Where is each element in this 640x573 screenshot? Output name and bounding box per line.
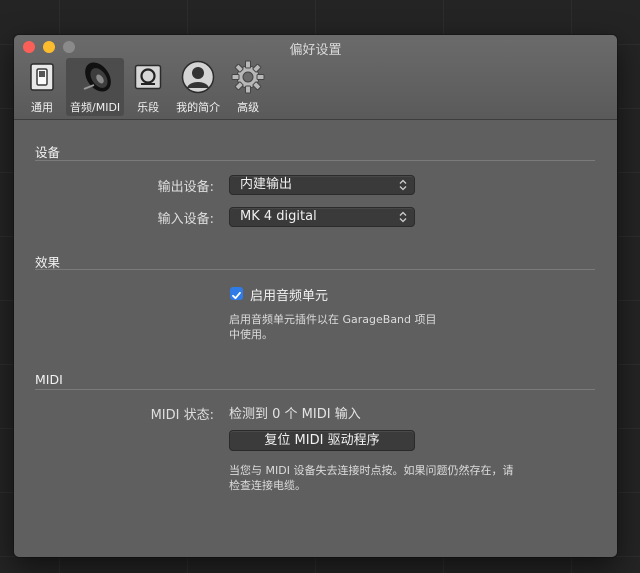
midi-status-value: 检测到 0 个 MIDI 输入	[229, 407, 361, 422]
preferences-window: 偏好设置 通用 音频/MIDI 乐段 我的简介 高级 设备 输出设备: 内建输出…	[14, 35, 617, 557]
chevron-updown-icon	[399, 179, 407, 191]
midi-status-label: MIDI 状态:	[150, 408, 214, 423]
devices-section-title: 设备	[35, 145, 61, 160]
tab-advanced[interactable]: 高级	[224, 58, 272, 116]
tab-my-info[interactable]: 我的简介	[172, 58, 224, 116]
input-device-label: 输入设备:	[157, 212, 214, 227]
input-device-value: MK 4 digital	[240, 209, 317, 224]
midi-help-line2: 检查连接电缆。	[229, 479, 306, 492]
audio-units-label[interactable]: 启用音频单元	[250, 285, 328, 304]
speaker-icon	[75, 58, 115, 96]
effects-divider	[35, 269, 595, 270]
preferences-toolbar: 通用 音频/MIDI 乐段 我的简介 高级	[18, 58, 272, 116]
profile-icon	[178, 58, 218, 96]
midi-help: 当您与 MIDI 设备失去连接时点按。如果问题仍然存在，请 检查连接电缆。	[229, 463, 513, 493]
audio-units-help: 启用音频单元插件以在 GarageBand 项目 中使用。	[229, 312, 437, 342]
tab-general[interactable]: 通用	[18, 58, 66, 116]
titlebar: 偏好设置 通用 音频/MIDI 乐段 我的简介 高级	[14, 35, 617, 120]
audio-units-help-line2: 中使用。	[229, 328, 273, 341]
output-device-label: 输出设备:	[157, 180, 214, 195]
window-title: 偏好设置	[289, 43, 342, 58]
tab-general-label: 通用	[31, 101, 53, 114]
loop-icon	[128, 58, 168, 96]
midi-divider	[35, 389, 595, 390]
switch-icon	[22, 58, 62, 96]
input-device-popup[interactable]: MK 4 digital	[229, 207, 415, 227]
reset-midi-drivers-button[interactable]: 复位 MIDI 驱动程序	[229, 430, 415, 451]
chevron-updown-icon	[399, 211, 407, 223]
tab-my-info-label: 我的简介	[176, 101, 221, 114]
checkmark-icon	[232, 291, 241, 300]
tab-loops-label: 乐段	[137, 101, 160, 114]
audio-units-checkbox[interactable]	[230, 287, 243, 300]
gear-icon	[228, 58, 268, 96]
midi-help-line1: 当您与 MIDI 设备失去连接时点按。如果问题仍然存在，请	[229, 464, 514, 477]
tab-advanced-label: 高级	[237, 101, 260, 114]
devices-divider	[35, 160, 595, 161]
output-device-popup[interactable]: 内建输出	[229, 175, 415, 195]
output-device-value: 内建输出	[240, 177, 293, 192]
tab-audio-midi[interactable]: 音频/MIDI	[66, 58, 125, 116]
tab-loops[interactable]: 乐段	[124, 58, 172, 116]
audio-units-help-line1: 启用音频单元插件以在 GarageBand 项目	[229, 313, 437, 326]
midi-section-title: MIDI	[35, 372, 63, 387]
tab-audio-midi-label: 音频/MIDI	[70, 101, 121, 114]
